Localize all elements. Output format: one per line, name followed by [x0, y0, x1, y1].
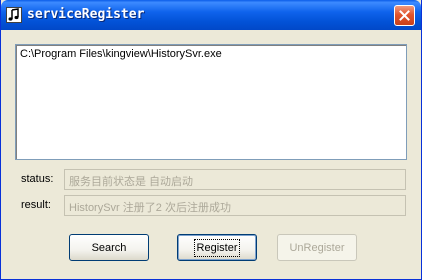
unregister-button-label: UnRegister	[289, 241, 345, 254]
window-title: serviceRegister	[27, 7, 145, 22]
result-field: HistorySvr 注册了2 次后注册成功	[64, 195, 406, 216]
close-button[interactable]	[394, 5, 415, 26]
title-bar[interactable]: serviceRegister	[1, 0, 421, 30]
unregister-button[interactable]: UnRegister	[277, 234, 357, 261]
status-label: status:	[21, 173, 54, 185]
status-field: 服务目前状态是 自动启动	[64, 169, 406, 190]
search-button[interactable]: Search	[69, 234, 149, 261]
music-note-icon	[6, 7, 22, 23]
search-button-label: Search	[91, 241, 127, 254]
result-label: result:	[21, 199, 51, 211]
service-register-window: serviceRegister C:\Program Files\kingvie…	[0, 0, 422, 280]
service-path-textbox[interactable]: C:\Program Files\kingview\HistorySvr.exe	[15, 44, 407, 160]
close-icon	[399, 10, 410, 21]
register-button-label: Register	[193, 238, 241, 257]
register-button[interactable]: Register	[177, 234, 257, 261]
dialog-client-area: C:\Program Files\kingview\HistorySvr.exe…	[4, 30, 418, 276]
